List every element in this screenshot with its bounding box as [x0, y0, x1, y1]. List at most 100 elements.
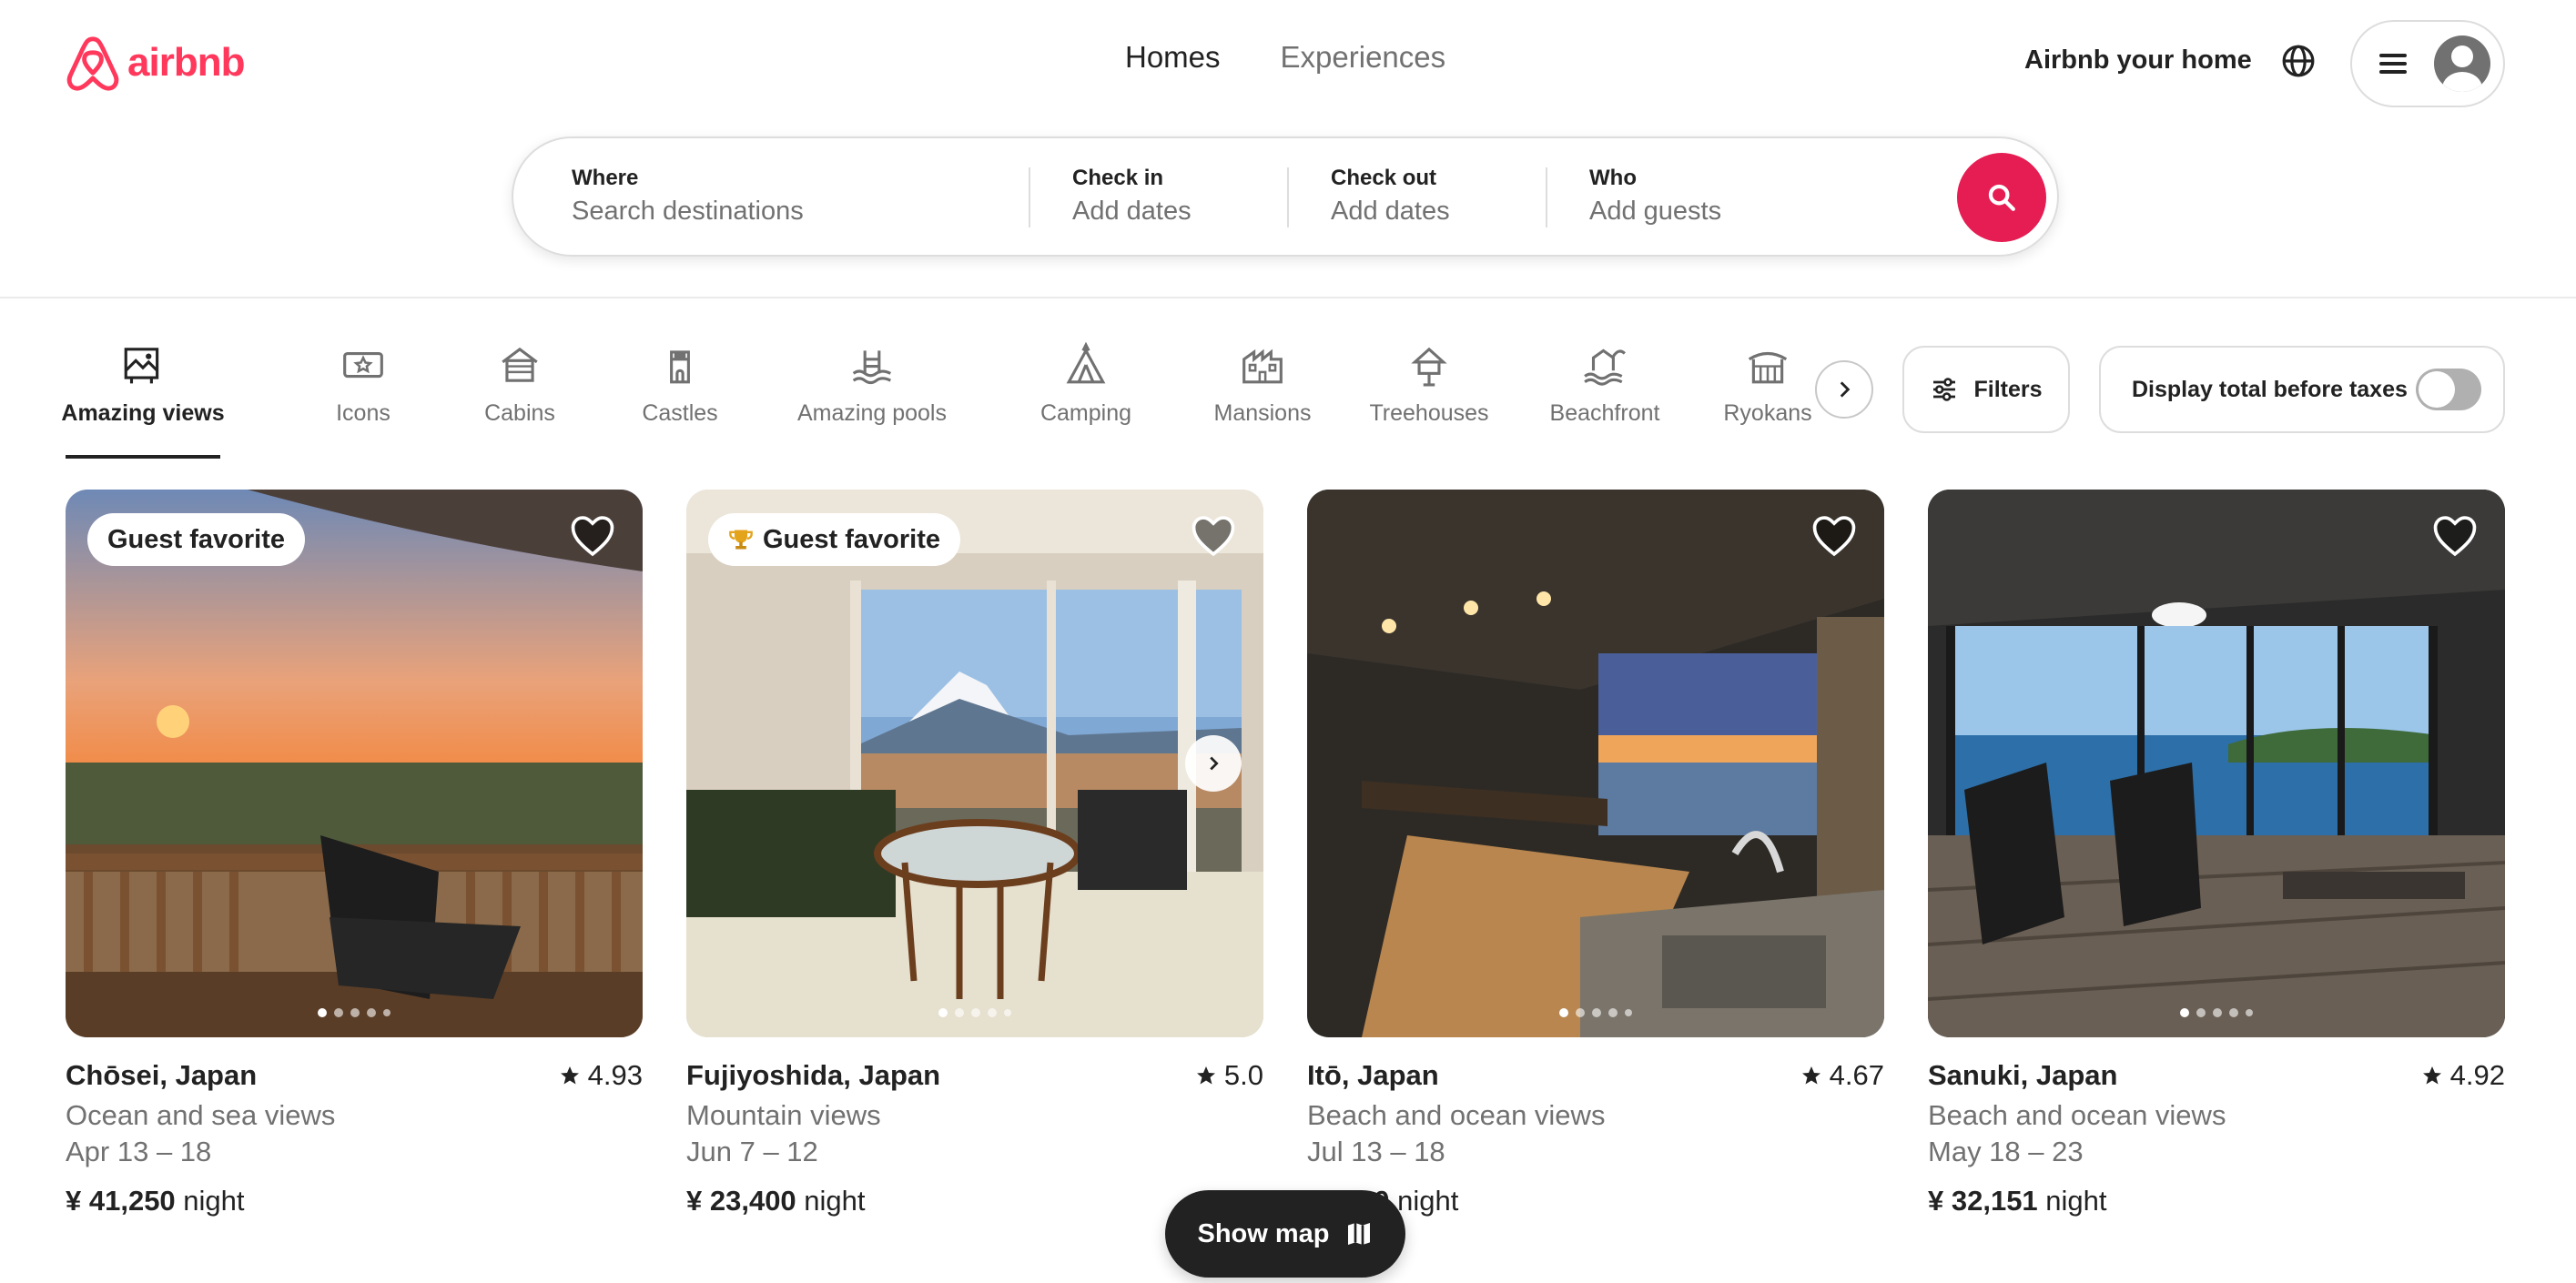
category-cabins[interactable]: Cabins: [470, 335, 570, 427]
category-beachfront[interactable]: Beachfront: [1536, 335, 1673, 427]
listing-card[interactable]: Guest favorite Fujiyoshida, Japan 5.0 Mo…: [686, 490, 1263, 1217]
heart-icon[interactable]: [1811, 515, 1857, 557]
category-mansions[interactable]: Mansions: [1194, 335, 1331, 427]
price-unit: night: [183, 1185, 245, 1217]
category-amazing-pools[interactable]: Amazing pools: [772, 335, 972, 427]
rating-value: 4.92: [2449, 1059, 2505, 1091]
listing-photo[interactable]: [1928, 490, 2505, 1037]
host-your-home-link[interactable]: Airbnb your home: [2024, 45, 2252, 76]
user-menu-button[interactable]: [2350, 20, 2505, 107]
listing-image-sunset-balcony: [66, 490, 643, 1037]
category-amazing-views[interactable]: Amazing views: [61, 335, 225, 459]
listing-description: Beach and ocean views: [1928, 1099, 2226, 1131]
airbnb-logo[interactable]: airbnb: [66, 33, 245, 93]
top-header: airbnb Homes Experiences Airbnb your hom…: [0, 0, 2576, 298]
badge-label: Guest favorite: [763, 524, 940, 554]
search-button[interactable]: [1957, 153, 2046, 242]
guest-favorite-badge: Guest favorite: [87, 513, 305, 566]
heart-icon[interactable]: [1191, 515, 1236, 557]
listing-location: Sanuki, Japan: [1928, 1059, 2118, 1091]
taxes-label: Display total before taxes: [2132, 376, 2408, 402]
listing-info: Itō, Japan 4.67 Beach and ocean views Ju…: [1307, 1059, 1884, 1217]
category-label: Icons: [336, 400, 390, 426]
carousel-dots: [1928, 1008, 2505, 1017]
listing-dates: Jun 7 – 12: [686, 1136, 818, 1167]
checkin-field[interactable]: Check in Add dates: [1072, 166, 1192, 227]
category-treehouses[interactable]: Treehouses: [1358, 335, 1500, 427]
camping-icon: [1066, 342, 1106, 384]
taxes-toggle[interactable]: [2416, 369, 2481, 410]
carousel-dots: [1307, 1008, 1884, 1017]
listing-image-fuji-room: [686, 490, 1263, 1037]
category-icons[interactable]: Icons: [313, 335, 413, 427]
category-castles[interactable]: Castles: [630, 335, 730, 427]
category-label: Castles: [642, 400, 718, 426]
category-ryokans[interactable]: Ryokans: [1713, 335, 1822, 427]
photo-next-button[interactable]: [1185, 735, 1242, 792]
who-field[interactable]: Who Add guests: [1589, 166, 1721, 227]
price-unit: night: [1397, 1185, 1459, 1217]
search-icon: [1988, 184, 2015, 211]
heart-icon[interactable]: [2432, 515, 2478, 557]
price-amount: ¥ 23,400: [686, 1185, 796, 1217]
airbnb-wordmark: airbnb: [127, 40, 245, 85]
search-bar: Where Search destinations Check in Add d…: [512, 136, 2059, 257]
globe-icon[interactable]: [2281, 44, 2316, 78]
category-label: Amazing views: [61, 400, 225, 426]
listing-photo[interactable]: [1307, 490, 1884, 1037]
tab-homes[interactable]: Homes: [1125, 40, 1221, 75]
category-label: Cabins: [484, 400, 555, 426]
checkin-input[interactable]: Add dates: [1072, 197, 1192, 227]
listing-dates: Apr 13 – 18: [66, 1136, 212, 1167]
listing-description: Beach and ocean views: [1307, 1099, 1606, 1131]
heart-icon[interactable]: [570, 515, 615, 557]
show-map-button[interactable]: Show map: [1165, 1190, 1405, 1278]
who-label: Who: [1589, 166, 1637, 190]
category-label: Mansions: [1213, 400, 1312, 426]
category-camping[interactable]: Camping: [1027, 335, 1145, 427]
star-icon: [1801, 1066, 1820, 1085]
category-label: Camping: [1040, 400, 1132, 426]
listing-location: Chōsei, Japan: [66, 1059, 258, 1091]
listing-card[interactable]: Itō, Japan 4.67 Beach and ocean views Ju…: [1307, 490, 1884, 1217]
filters-button[interactable]: Filters: [1902, 346, 2070, 433]
listing-info: Chōsei, Japan 4.93 Ocean and sea views A…: [66, 1059, 643, 1217]
listing-image-ocean-kitchen: [1307, 490, 1884, 1037]
listing-card[interactable]: Guest favorite Chōsei, Japan 4.93 Ocean …: [66, 490, 643, 1217]
rating-value: 4.93: [587, 1059, 643, 1091]
checkout-input[interactable]: Add dates: [1331, 197, 1450, 227]
listing-photo[interactable]: Guest favorite: [66, 490, 643, 1037]
category-next-button[interactable]: [1815, 360, 1873, 419]
listing-rating: 4.67: [1800, 1059, 1884, 1092]
category-label: Beachfront: [1549, 400, 1660, 426]
where-input[interactable]: Search destinations: [572, 197, 804, 227]
tab-experiences[interactable]: Experiences: [1281, 40, 1446, 75]
star-icon: [1196, 1066, 1215, 1085]
trophy-icon: [729, 530, 753, 550]
carousel-dots: [686, 1008, 1263, 1017]
listing-dates: May 18 – 23: [1928, 1136, 2084, 1167]
display-total-toggle-row: Display total before taxes: [2099, 346, 2505, 433]
guest-favorite-badge: Guest favorite: [708, 513, 960, 566]
listing-image-seaview-lounge: [1928, 490, 2505, 1037]
listing-rating: 5.0: [1195, 1059, 1263, 1092]
checkout-field[interactable]: Check out Add dates: [1331, 166, 1450, 227]
filters-icon: [1933, 378, 1956, 401]
rating-value: 5.0: [1223, 1059, 1263, 1091]
star-icon: [2422, 1066, 2441, 1085]
listing-price: ¥ 41,250 night: [66, 1185, 643, 1217]
chevron-right-icon: [1210, 756, 1219, 771]
filters-label: Filters: [1973, 376, 2043, 402]
price-amount: ¥ 41,250: [66, 1185, 176, 1217]
chevron-right-icon: [1840, 381, 1851, 398]
badge-label: Guest favorite: [107, 524, 285, 554]
who-input[interactable]: Add guests: [1589, 197, 1721, 227]
category-label: Ryokans: [1723, 400, 1812, 426]
listing-description: Ocean and sea views: [66, 1099, 336, 1131]
listing-card[interactable]: Sanuki, Japan 4.92 Beach and ocean views…: [1928, 490, 2505, 1217]
checkout-label: Check out: [1331, 166, 1437, 190]
listing-photo[interactable]: Guest favorite: [686, 490, 1263, 1037]
pools-icon: [852, 350, 892, 385]
search-divider: [1029, 167, 1030, 227]
where-field[interactable]: Where Search destinations: [572, 166, 804, 227]
